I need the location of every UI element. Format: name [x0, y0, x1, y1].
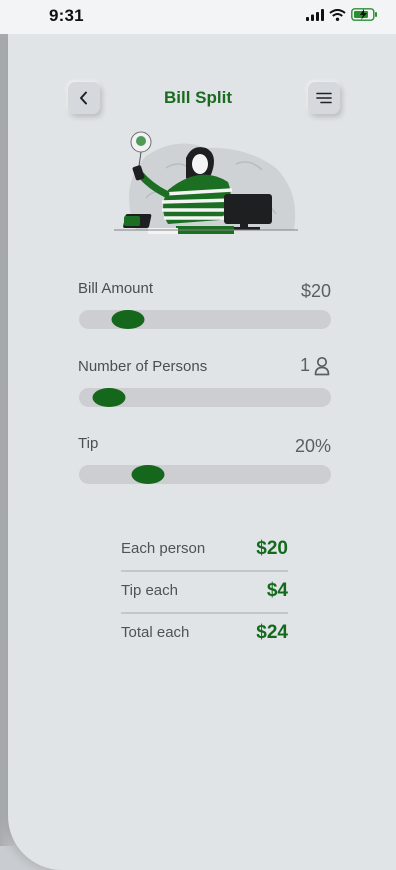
- summary-row-tip-each: Tip each $4: [121, 572, 288, 614]
- tip-slider[interactable]: [79, 465, 331, 484]
- status-bar: 9:31: [0, 0, 396, 34]
- bill-amount-value: $20: [300, 281, 331, 301]
- status-time: 9:31: [49, 6, 84, 25]
- menu-icon: [316, 92, 332, 104]
- persons-value-group: 1: [300, 355, 330, 376]
- menu-button[interactable]: [308, 82, 340, 114]
- summary-label: Total each: [121, 624, 190, 641]
- battery-charging-icon: [351, 8, 377, 21]
- slider-thumb[interactable]: [92, 388, 126, 407]
- signal-icon: [306, 8, 324, 21]
- tip-label: Tip: [78, 435, 99, 452]
- summary-value: $20: [256, 538, 288, 559]
- persons-label: Number of Persons: [78, 358, 208, 375]
- slider-thumb[interactable]: [111, 310, 145, 329]
- bill-split-illustration: [114, 131, 298, 234]
- bill-amount-slider[interactable]: [79, 310, 331, 329]
- persons-value: 1: [299, 355, 310, 375]
- person-icon: [314, 356, 330, 375]
- summary-row-each-person: Each person $20: [121, 530, 288, 572]
- wifi-icon: [329, 8, 346, 21]
- tip-value: 20%: [294, 436, 331, 456]
- summary-label: Each person: [121, 540, 206, 557]
- summary-label: Tip each: [121, 582, 178, 599]
- slider-thumb[interactable]: [131, 465, 165, 484]
- summary-row-total-each: Total each $24: [121, 614, 288, 656]
- status-icons: [306, 8, 378, 21]
- summary-value: $24: [256, 622, 288, 643]
- summary-value: $4: [266, 580, 288, 601]
- persons-slider[interactable]: [79, 388, 331, 407]
- bill-amount-label: Bill Amount: [78, 280, 154, 297]
